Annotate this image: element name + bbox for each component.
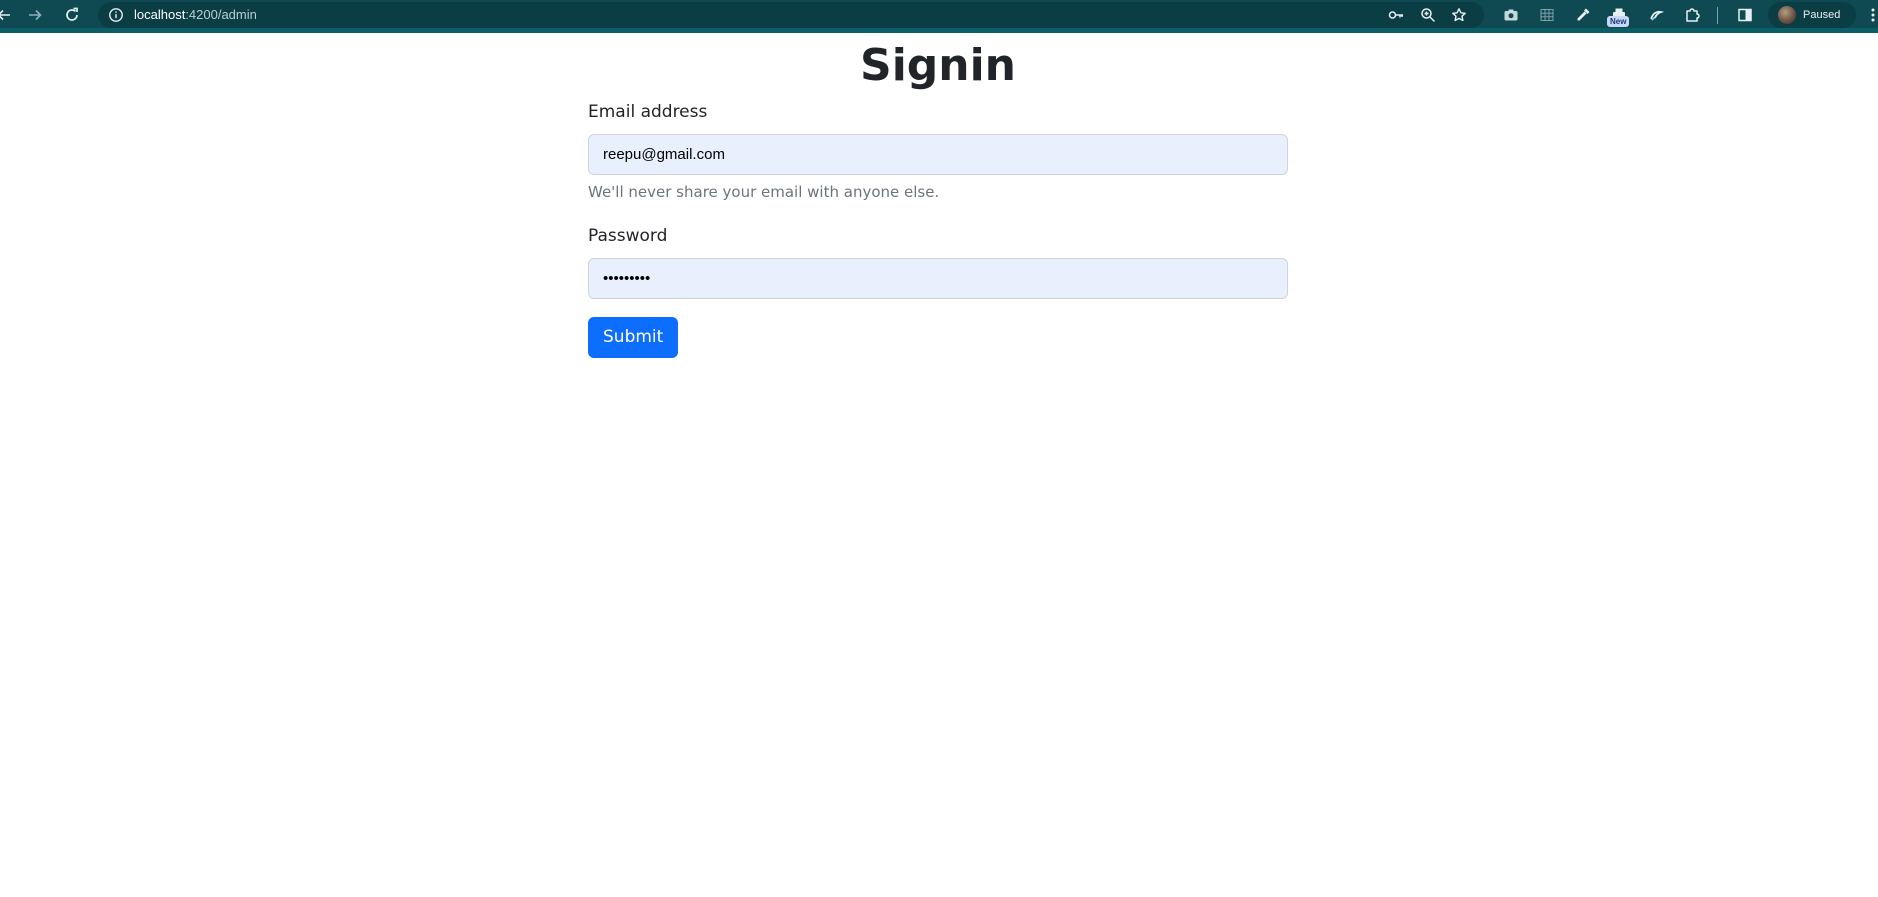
url-text[interactable]: localhost:4200/admin bbox=[134, 7, 257, 23]
submit-button[interactable]: Submit bbox=[588, 317, 679, 358]
camera-icon[interactable] bbox=[1502, 6, 1520, 24]
avatar bbox=[1778, 6, 1796, 24]
side-panel-icon[interactable] bbox=[1736, 6, 1754, 24]
url-path: :4200/admin bbox=[185, 7, 257, 22]
more-vert-icon[interactable] bbox=[1868, 6, 1878, 24]
email-field[interactable] bbox=[588, 134, 1288, 175]
signin-form: Email address We'll never share your ema… bbox=[588, 100, 1288, 358]
swirl-icon[interactable] bbox=[1647, 6, 1665, 24]
star-icon[interactable] bbox=[1451, 7, 1467, 23]
password-field[interactable] bbox=[588, 258, 1288, 299]
puzzle-icon[interactable] bbox=[1683, 6, 1701, 24]
password-label: Password bbox=[588, 226, 668, 246]
info-icon[interactable] bbox=[108, 7, 124, 23]
new-badge: New bbox=[1607, 16, 1630, 27]
key-icon[interactable] bbox=[1388, 7, 1404, 23]
forward-arrow-icon[interactable] bbox=[23, 4, 47, 26]
url-host: localhost bbox=[134, 7, 186, 22]
profile-status: Paused bbox=[1803, 9, 1841, 21]
grid-icon[interactable] bbox=[1538, 6, 1556, 24]
address-bar[interactable]: localhost:4200/admin bbox=[98, 2, 1484, 28]
email-label: Email address bbox=[588, 102, 708, 122]
page-title: Signin bbox=[860, 40, 1016, 91]
back-arrow-icon[interactable] bbox=[0, 4, 16, 26]
reload-icon[interactable] bbox=[60, 4, 84, 26]
browser-toolbar: localhost:4200/admin New Paused bbox=[0, 0, 1878, 33]
toolbar-divider bbox=[1717, 7, 1718, 24]
zoom-icon[interactable] bbox=[1420, 7, 1436, 23]
eyedropper-icon[interactable] bbox=[1574, 6, 1592, 24]
email-help-text: We'll never share your email with anyone… bbox=[588, 183, 940, 201]
profile-button[interactable]: Paused bbox=[1768, 2, 1856, 28]
